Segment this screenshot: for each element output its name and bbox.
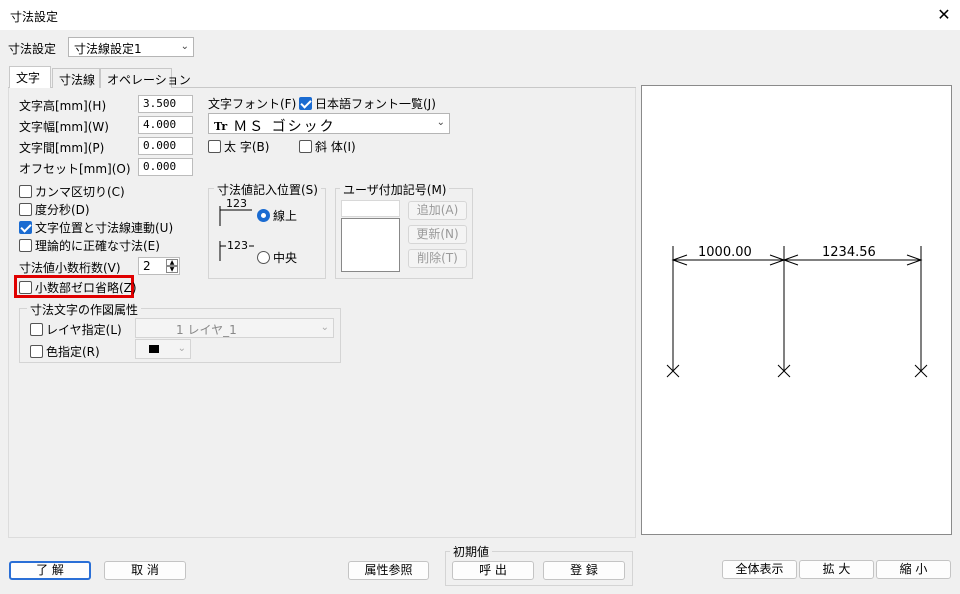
recall-button[interactable]: 呼 出 xyxy=(452,561,534,580)
radio-selected-icon xyxy=(257,209,270,222)
checkbox-icon xyxy=(30,323,43,336)
chevron-down-icon: ⌄ xyxy=(320,322,329,333)
italic-label: 斜 体(I) xyxy=(315,140,356,154)
text-height-input[interactable]: 3.500 xyxy=(138,95,193,113)
checkbox-checked-icon xyxy=(299,97,312,110)
dimension-value-1: 1000.00 xyxy=(698,245,752,260)
offset-input[interactable]: 0.000 xyxy=(138,158,193,176)
chevron-down-icon: ⌄ xyxy=(436,117,445,128)
jp-font-list-label: 日本語フォント一覧(J) xyxy=(315,97,436,111)
ok-button[interactable]: 了 解 xyxy=(9,561,91,580)
tab-text[interactable]: 文字 xyxy=(9,66,51,88)
text-width-label: 文字幅[mm](W) xyxy=(19,120,109,134)
zero-omit-label: 小数部ゼロ省略(Z) xyxy=(35,281,137,295)
decimals-value: 2 xyxy=(143,259,151,273)
checkbox-icon xyxy=(19,185,32,198)
on-line-label: 線上 xyxy=(273,209,298,223)
point-cross-icon xyxy=(666,364,928,378)
delete-symbol-button[interactable]: 削除(T) xyxy=(408,249,467,268)
zoom-out-button[interactable]: 縮 小 xyxy=(876,560,951,579)
zoom-in-button[interactable]: 拡 大 xyxy=(799,560,874,579)
comma-checkbox[interactable]: カンマ区切り(C) xyxy=(19,183,125,200)
preview-pane: 1000.00 1234.56 xyxy=(641,85,952,535)
setting-label: 寸法設定 xyxy=(8,42,57,56)
center-radio[interactable]: 中央 xyxy=(257,249,297,266)
exact-dimension-checkbox[interactable]: 理論的に正確な寸法(E) xyxy=(19,237,160,254)
dms-checkbox[interactable]: 度分秒(D) xyxy=(19,201,90,218)
checkbox-icon xyxy=(30,345,43,358)
text-spacing-label: 文字間[mm](P) xyxy=(19,141,105,155)
offset-label: オフセット[mm](O) xyxy=(19,162,131,176)
color-checkbox[interactable]: 色指定(R) xyxy=(30,343,100,360)
truetype-icon: Tr xyxy=(214,119,228,133)
link-label: 文字位置と寸法線連動(U) xyxy=(35,221,174,235)
bold-checkbox[interactable]: 太 字(B) xyxy=(208,138,269,155)
jp-font-list-checkbox[interactable]: 日本語フォント一覧(J) xyxy=(299,95,436,112)
fit-all-button[interactable]: 全体表示 xyxy=(722,560,797,579)
register-button[interactable]: 登 録 xyxy=(543,561,625,580)
add-symbol-button[interactable]: 追加(A) xyxy=(408,201,467,220)
layer-value: 1 レイヤ_1 xyxy=(176,323,237,337)
sample-center-text: 123 xyxy=(227,239,248,252)
spin-up-icon[interactable]: ▲ xyxy=(166,259,178,266)
bold-label: 太 字(B) xyxy=(224,140,270,154)
font-label: 文字フォント(F) xyxy=(208,97,297,111)
checkbox-checked-icon xyxy=(19,221,32,234)
defaults-title: 初期値 xyxy=(450,543,493,560)
decimals-label: 寸法値小数桁数(V) xyxy=(19,261,121,275)
update-symbol-button[interactable]: 更新(N) xyxy=(408,225,467,244)
tab-dimension-line[interactable]: 寸法線 xyxy=(52,68,100,88)
text-height-label: 文字高[mm](H) xyxy=(19,99,107,113)
symbol-list[interactable] xyxy=(341,218,400,272)
dimension-value-2: 1234.56 xyxy=(822,245,876,260)
checkbox-icon xyxy=(19,281,32,294)
decimals-spinner[interactable]: 2 ▲ ▼ xyxy=(138,257,180,275)
setting-value: 寸法線設定1 xyxy=(74,42,142,56)
text-width-input[interactable]: 4.000 xyxy=(138,116,193,134)
italic-checkbox[interactable]: 斜 体(I) xyxy=(299,138,356,155)
title-bar xyxy=(0,0,960,30)
checkbox-icon xyxy=(19,239,32,252)
font-select[interactable]: Tr ＭＳ ゴシック ⌄ xyxy=(208,113,450,135)
color-swatch xyxy=(149,345,159,353)
radio-icon xyxy=(257,251,270,264)
preview-drawing: 1000.00 1234.56 xyxy=(666,245,928,378)
layer-select[interactable]: 1 レイヤ_1 ⌄ xyxy=(135,318,334,338)
chevron-down-icon: ⌄ xyxy=(177,343,186,354)
sample-on-line-text: 123 xyxy=(226,197,247,210)
spin-down-icon[interactable]: ▼ xyxy=(166,266,178,273)
dms-label: 度分秒(D) xyxy=(35,203,90,217)
chevron-down-icon: ⌄ xyxy=(180,41,189,52)
checkbox-icon xyxy=(208,140,221,153)
text-spacing-input[interactable]: 0.000 xyxy=(138,137,193,155)
center-label: 中央 xyxy=(273,251,298,265)
symbol-group-title: ユーザ付加記号(M) xyxy=(340,181,450,198)
color-select[interactable]: ⌄ xyxy=(135,339,191,359)
close-icon[interactable]: ✕ xyxy=(934,6,954,26)
on-line-radio[interactable]: 線上 xyxy=(257,207,297,224)
color-label: 色指定(R) xyxy=(46,345,100,359)
checkbox-icon xyxy=(19,203,32,216)
checkbox-icon xyxy=(299,140,312,153)
draw-attr-title: 寸法文字の作図属性 xyxy=(27,301,142,318)
comma-label: カンマ区切り(C) xyxy=(35,185,125,199)
symbol-input[interactable] xyxy=(341,200,400,217)
exact-dimension-label: 理論的に正確な寸法(E) xyxy=(35,239,160,253)
tab-operation[interactable]: オペレーション xyxy=(100,68,191,88)
zero-omit-checkbox[interactable]: 小数部ゼロ省略(Z) xyxy=(19,279,137,296)
layer-label: レイヤ指定(L) xyxy=(46,323,122,337)
link-checkbox[interactable]: 文字位置と寸法線連動(U) xyxy=(19,219,173,236)
window-title: 寸法設定 xyxy=(10,10,59,24)
cancel-button[interactable]: 取 消 xyxy=(104,561,186,580)
setting-select[interactable]: 寸法線設定1 ⌄ xyxy=(68,37,194,57)
font-value: ＭＳ ゴシック xyxy=(233,119,336,135)
attribute-reference-button[interactable]: 属性参照 xyxy=(348,561,429,580)
layer-checkbox[interactable]: レイヤ指定(L) xyxy=(30,321,122,338)
